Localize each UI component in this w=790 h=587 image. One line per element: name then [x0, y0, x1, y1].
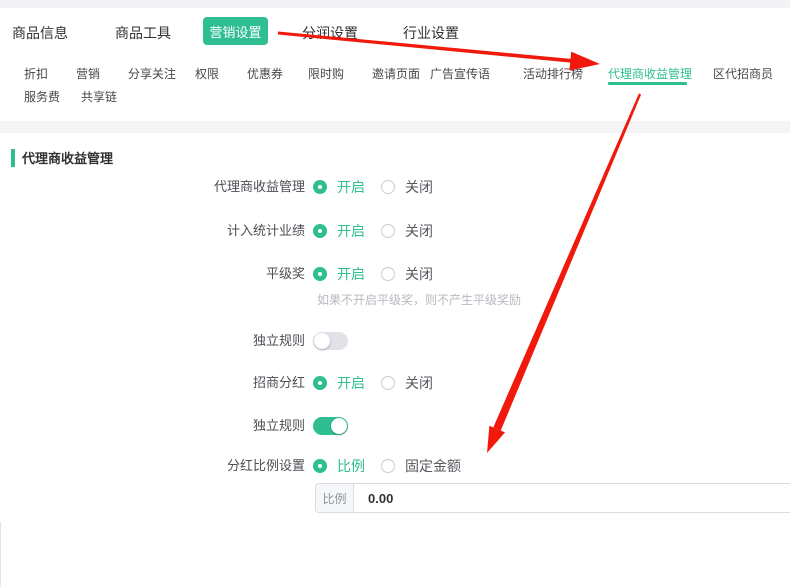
toggle-knob-icon: [331, 418, 347, 434]
tabs-header: 商品信息 商品工具 营销设置 分润设置 行业设置 折扣 营销 分享关注 权限 优…: [0, 8, 790, 121]
radio-open[interactable]: 开启: [313, 264, 365, 284]
radio-close[interactable]: 关闭: [381, 177, 433, 197]
field-label: 代理商收益管理: [0, 177, 305, 197]
peer-bonus-hint: 如果不开启平级奖，则不产生平级奖励: [317, 291, 521, 308]
radio-label: 开启: [337, 373, 365, 393]
form-row-recruit-dividend: 招商分红 开启 关闭: [0, 373, 790, 393]
ratio-input-prefix: 比例: [316, 484, 354, 512]
ratio-input-group: 比例: [315, 483, 790, 513]
radio-label: 开启: [337, 177, 365, 197]
header-content-divider: [0, 121, 790, 133]
radio-label: 开启: [337, 221, 365, 241]
radio-unchecked-icon: [381, 376, 395, 390]
subtab-service-fee[interactable]: 服务费: [24, 88, 60, 105]
toggle-knob-icon: [314, 333, 330, 349]
field-label: 招商分红: [0, 373, 305, 393]
subtab-discount[interactable]: 折扣: [24, 65, 48, 82]
active-subtab-underline: [608, 82, 687, 85]
radio-ratio[interactable]: 比例: [313, 456, 365, 476]
radio-close[interactable]: 关闭: [381, 373, 433, 393]
subtab-flash-sale[interactable]: 限时购: [308, 65, 344, 82]
tab-product-info[interactable]: 商品信息: [12, 23, 68, 43]
radio-label: 开启: [337, 264, 365, 284]
subtab-agent-revenue-active[interactable]: 代理商收益管理: [608, 65, 692, 82]
tab-profit-settings[interactable]: 分润设置: [302, 23, 358, 43]
radio-checked-icon: [313, 376, 327, 390]
radio-label: 关闭: [405, 221, 433, 241]
subtab-coupon[interactable]: 优惠券: [247, 65, 283, 82]
radio-label: 比例: [337, 456, 365, 476]
radio-open[interactable]: 开启: [313, 221, 365, 241]
subtab-permissions[interactable]: 权限: [195, 65, 219, 82]
radio-open[interactable]: 开启: [313, 373, 365, 393]
tab-industry-settings[interactable]: 行业设置: [403, 23, 459, 43]
field-label: 独立规则: [0, 331, 305, 351]
settings-panel: 代理商收益管理 代理商收益管理 开启 关闭 计入统计业绩: [0, 133, 790, 587]
subtab-district-agent-recruit[interactable]: 区代招商员: [713, 65, 773, 82]
radio-unchecked-icon: [381, 459, 395, 473]
subtab-share-chain[interactable]: 共享链: [81, 88, 117, 105]
subtab-ad-slogan[interactable]: 广告宣传语: [430, 65, 490, 82]
radio-label: 固定金额: [405, 456, 461, 476]
radio-close[interactable]: 关闭: [381, 221, 433, 241]
field-label: 分红比例设置: [0, 456, 305, 476]
form-row-peer-bonus: 平级奖 开启 关闭: [0, 264, 790, 284]
section-title: 代理商收益管理: [22, 148, 113, 167]
form-row-count-performance: 计入统计业绩 开启 关闭: [0, 221, 790, 241]
independent-rule-toggle-on[interactable]: [313, 417, 348, 435]
tab-marketing-settings-active[interactable]: 营销设置: [203, 17, 268, 45]
field-label: 独立规则: [0, 416, 305, 436]
radio-checked-icon: [313, 180, 327, 194]
radio-label: 关闭: [405, 373, 433, 393]
subtab-activity-ranking[interactable]: 活动排行榜: [523, 65, 583, 82]
form-row-agent-revenue: 代理商收益管理 开启 关闭: [0, 177, 790, 197]
page-top-strip: [0, 0, 790, 8]
radio-fixed-amount[interactable]: 固定金额: [381, 456, 461, 476]
section-header: 代理商收益管理: [11, 148, 113, 167]
tab-product-tools[interactable]: 商品工具: [115, 23, 171, 43]
radio-checked-icon: [313, 224, 327, 238]
subtab-invite-page[interactable]: 邀请页面: [372, 65, 420, 82]
radio-unchecked-icon: [381, 267, 395, 281]
radio-checked-icon: [313, 267, 327, 281]
radio-checked-icon: [313, 459, 327, 473]
section-accent-bar: [11, 149, 15, 167]
form-row-independent-rule-1: 独立规则: [0, 331, 790, 351]
subtab-share-follow[interactable]: 分享关注: [128, 65, 176, 82]
form-row-dividend-ratio: 分红比例设置 比例 固定金额: [0, 456, 790, 476]
radio-label: 关闭: [405, 177, 433, 197]
radio-open[interactable]: 开启: [313, 177, 365, 197]
independent-rule-toggle-off[interactable]: [313, 332, 348, 350]
radio-unchecked-icon: [381, 180, 395, 194]
radio-close[interactable]: 关闭: [381, 264, 433, 284]
page-edge-line: [0, 522, 1, 587]
ratio-input[interactable]: [354, 484, 790, 512]
radio-unchecked-icon: [381, 224, 395, 238]
field-label: 计入统计业绩: [0, 221, 305, 241]
subtab-marketing[interactable]: 营销: [76, 65, 100, 82]
form-row-independent-rule-2: 独立规则: [0, 416, 790, 436]
field-label: 平级奖: [0, 264, 305, 284]
radio-label: 关闭: [405, 264, 433, 284]
agent-revenue-settings-page: 商品信息 商品工具 营销设置 分润设置 行业设置 折扣 营销 分享关注 权限 优…: [0, 0, 790, 587]
